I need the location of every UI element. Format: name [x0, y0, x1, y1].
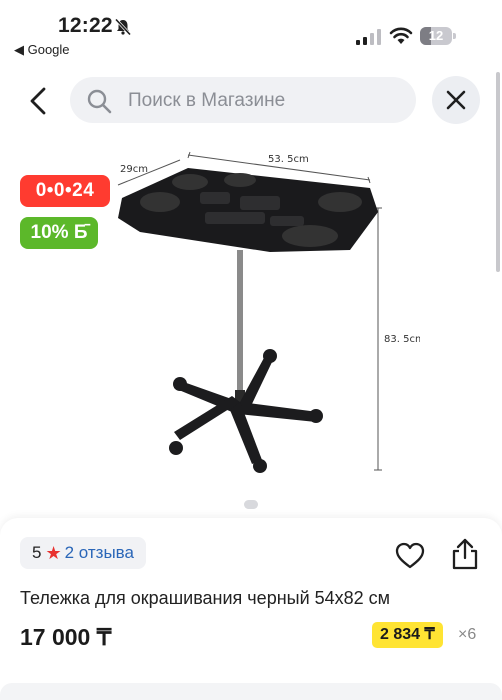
discount-badge: 10% Б̄ — [20, 217, 98, 249]
close-button[interactable] — [432, 76, 480, 124]
timer-badge: 0•0•24 — [20, 175, 110, 207]
installment-multiplier: ×6 — [458, 626, 477, 643]
product-price: 17 000 ₸ — [20, 624, 112, 650]
back-button[interactable] — [22, 84, 56, 118]
installment-price[interactable]: 2 834 ₸ — [372, 622, 443, 648]
rating-chip[interactable]: 5 ★ 2 отзыва — [20, 537, 146, 569]
dim-height-label: 83. 5cm — [384, 334, 420, 345]
status-time: 12:22 — [58, 14, 113, 37]
close-icon — [446, 90, 466, 110]
scrollbar[interactable] — [496, 72, 500, 272]
search-placeholder: Поиск в Магазине — [128, 90, 286, 111]
dim-depth-label: 29cm — [120, 164, 148, 175]
next-section-edge — [0, 683, 502, 700]
search-icon — [87, 89, 112, 114]
rating-score: 5 — [32, 543, 42, 562]
cellular-signal-icon — [356, 29, 381, 45]
search-input[interactable]: Поиск в Магазине — [70, 77, 416, 123]
carousel-indicator — [244, 500, 258, 509]
wifi-icon — [389, 27, 413, 44]
reviews-link[interactable]: 2 отзыва — [65, 543, 134, 563]
battery-icon: 12 — [420, 27, 456, 45]
bell-muted-icon — [114, 18, 132, 36]
product-title: Тележка для окрашивания черный 54x82 см — [20, 588, 391, 608]
dim-width-label: 53. 5cm — [268, 154, 309, 165]
share-icon[interactable] — [450, 538, 480, 570]
favorite-heart-icon[interactable] — [395, 542, 425, 570]
status-bar: 12:22 ◀ Google 12 — [0, 0, 502, 64]
back-to-app-link[interactable]: ◀ Google — [14, 42, 70, 58]
star-icon: ★ — [45, 542, 62, 563]
product-image[interactable]: 53. 5cm 29cm 83. 5cm — [100, 140, 420, 490]
